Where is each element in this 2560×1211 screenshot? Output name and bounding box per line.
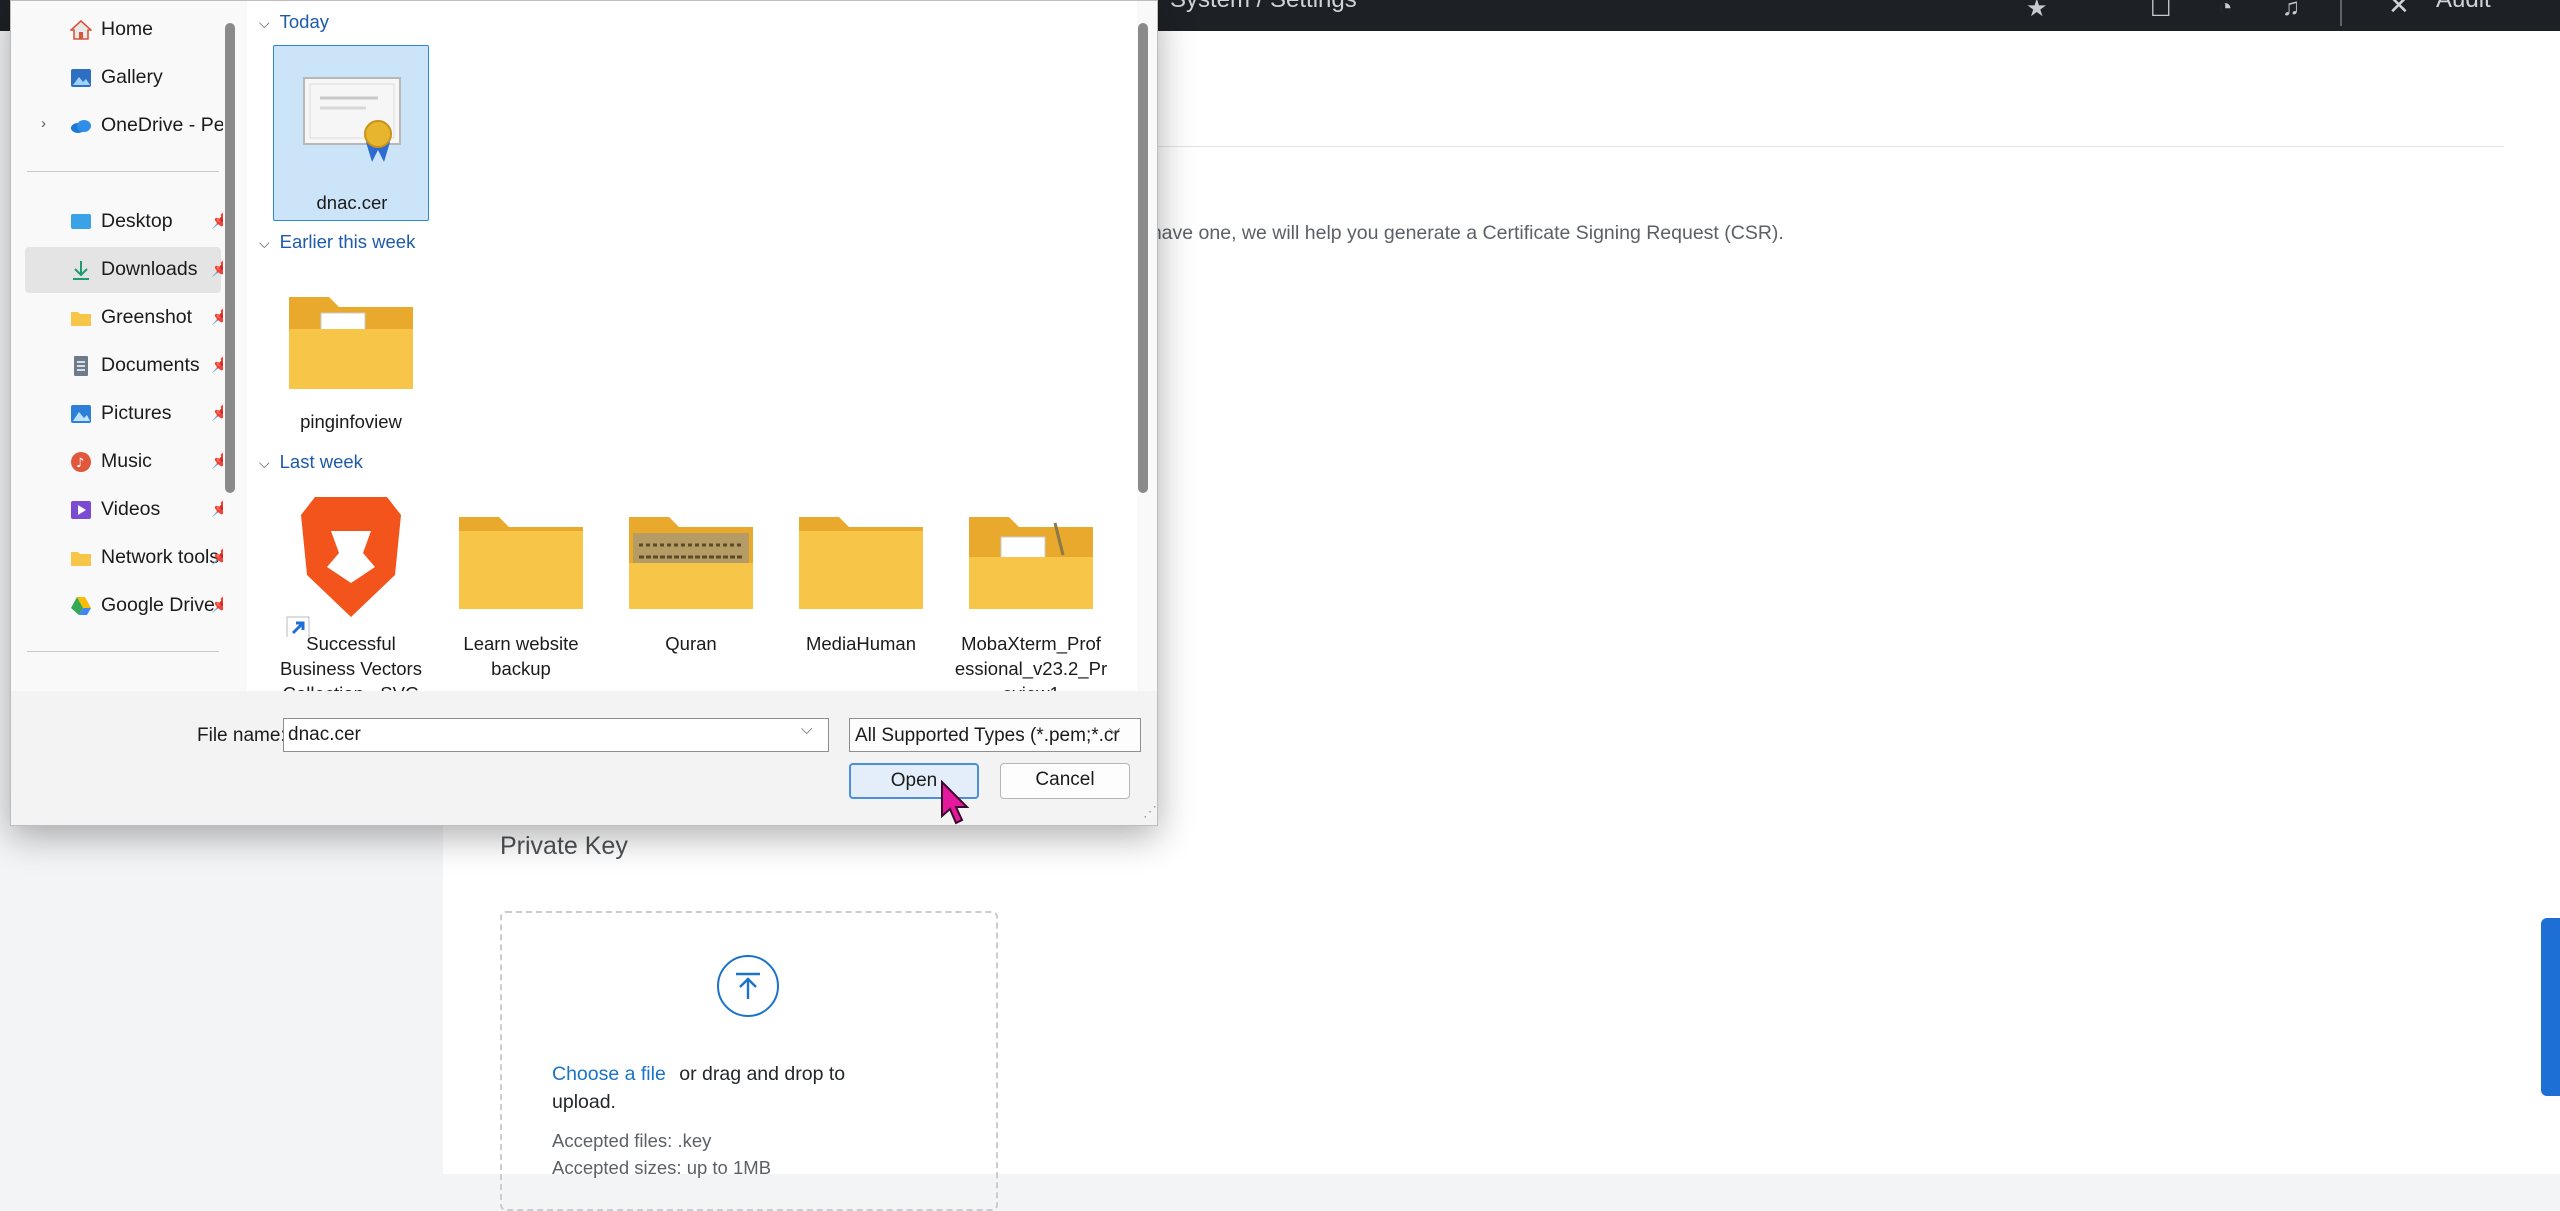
pin-icon[interactable]: 📌 bbox=[211, 500, 223, 518]
file-name-label: File name: bbox=[197, 725, 286, 746]
group-today[interactable]: ⌵ Today bbox=[259, 11, 329, 33]
folder-icon bbox=[459, 517, 583, 609]
file-type-select[interactable]: All Supported Types (*.pem;*.cr bbox=[849, 718, 1141, 752]
pin-icon[interactable]: 📌 bbox=[211, 596, 223, 614]
feedback-tab[interactable] bbox=[2541, 918, 2560, 1096]
folder-learn-website-backup[interactable]: Learn website backup bbox=[443, 485, 599, 679]
cancel-button[interactable]: Cancel bbox=[1000, 763, 1130, 799]
pin-icon[interactable]: 📌 bbox=[211, 260, 223, 278]
file-name-input[interactable] bbox=[283, 718, 829, 752]
folder-icon bbox=[969, 517, 1093, 609]
drag-drop-text-2: upload. bbox=[552, 1091, 616, 1113]
chevron-down-icon: ⌵ bbox=[259, 455, 270, 471]
pin-icon[interactable]: 📌 bbox=[211, 356, 223, 374]
onedrive-icon bbox=[71, 120, 91, 133]
drag-drop-text: or drag and drop to bbox=[679, 1063, 846, 1085]
pin-icon[interactable]: 📌 bbox=[211, 452, 223, 470]
folder-mobaxterm[interactable]: MobaXterm_Prof essional_v23.2_Pr eview1 bbox=[953, 485, 1109, 691]
notification-icon[interactable]: ♫ bbox=[2282, 0, 2300, 22]
file-dnac-cer[interactable]: dnac.cer bbox=[273, 45, 429, 221]
nav-item-google-drive[interactable]: Google Drive 📌 bbox=[25, 583, 223, 629]
header-divider bbox=[2340, 0, 2342, 26]
csr-description: t have one, we will help you generate a … bbox=[1140, 222, 1784, 244]
folder-icon bbox=[71, 312, 91, 326]
nav-item-documents[interactable]: Documents 📌 bbox=[25, 343, 223, 389]
nav-separator bbox=[27, 651, 219, 652]
chevron-right-icon[interactable]: › bbox=[41, 115, 46, 132]
nav-item-gallery[interactable]: Gallery bbox=[25, 55, 221, 101]
file-brave-shortcut[interactable]: Successful Business Vectors Collection -… bbox=[273, 485, 429, 691]
brave-browser-icon bbox=[286, 497, 401, 637]
upload-icon[interactable] bbox=[717, 955, 779, 1017]
nav-item-downloads[interactable]: Downloads 📌 bbox=[25, 247, 223, 293]
music-icon: ♪ bbox=[71, 452, 91, 472]
home-icon bbox=[70, 19, 92, 40]
close-icon[interactable]: ✕ bbox=[2388, 0, 2410, 21]
navigation-pane: Home Gallery › OneDrive - Personal Deskt… bbox=[11, 1, 223, 691]
svg-text:♪: ♪ bbox=[76, 456, 84, 471]
nav-scrollbar[interactable] bbox=[225, 23, 235, 493]
star-icon[interactable]: ★ bbox=[2026, 0, 2048, 23]
chevron-down-icon: ⌵ bbox=[259, 15, 270, 31]
pin-icon[interactable]: 📌 bbox=[211, 212, 223, 230]
nav-item-onedrive[interactable]: › OneDrive - Personal bbox=[25, 103, 223, 149]
google-drive-icon bbox=[71, 597, 91, 615]
resize-grip-icon[interactable]: ⋰ bbox=[1143, 803, 1157, 820]
folder-icon bbox=[289, 297, 413, 389]
choose-file-link[interactable]: Choose a file bbox=[552, 1063, 666, 1085]
group-earlier-this-week[interactable]: ⌵ Earlier this week bbox=[259, 231, 415, 253]
nav-separator bbox=[27, 171, 219, 172]
nav-item-videos[interactable]: Videos 📌 bbox=[25, 487, 223, 533]
dropzone-instructions: Choose a file or drag and drop to bbox=[552, 1063, 845, 1086]
nav-item-pictures[interactable]: Pictures 📌 bbox=[25, 391, 223, 437]
content-scrollbar[interactable] bbox=[1138, 23, 1148, 493]
section-divider bbox=[1150, 146, 2504, 147]
chevron-down-icon: ⌵ bbox=[259, 235, 270, 251]
nav-item-home[interactable]: Home bbox=[25, 7, 221, 53]
folder-icon bbox=[629, 517, 753, 609]
private-key-dropzone[interactable]: Choose a file or drag and drop to upload… bbox=[500, 911, 998, 1211]
accepted-files: Accepted files: .key bbox=[552, 1130, 712, 1151]
dialog-footer: File name: ⌵ All Supported Types (*.pem;… bbox=[11, 691, 1157, 825]
pictures-icon bbox=[71, 405, 91, 423]
videos-icon bbox=[71, 501, 91, 519]
breadcrumb: System / Settings bbox=[1170, 0, 1357, 14]
nav-item-greenshot[interactable]: Greenshot 📌 bbox=[25, 295, 223, 341]
gallery-icon bbox=[71, 69, 91, 87]
nav-item-music[interactable]: ♪ Music 📌 bbox=[25, 439, 223, 485]
help-icon[interactable]: ◔ bbox=[2218, 0, 2233, 22]
desktop-icon bbox=[71, 214, 91, 229]
folder-icon bbox=[799, 517, 923, 609]
certificate-icon bbox=[303, 77, 401, 162]
group-last-week[interactable]: ⌵ Last week bbox=[259, 451, 363, 473]
pin-icon[interactable]: 📌 bbox=[211, 404, 223, 422]
folder-mediahuman[interactable]: MediaHuman bbox=[783, 485, 939, 661]
file-list: ⌵ Today dnac.cer ⌵ Earlier this week pingi… bbox=[247, 1, 1137, 691]
private-key-title: Private Key bbox=[500, 832, 628, 860]
nav-item-desktop[interactable]: Desktop 📌 bbox=[25, 199, 223, 245]
mouse-pointer-icon bbox=[941, 780, 970, 825]
menu-icon[interactable]: ☐ bbox=[2150, 0, 2172, 23]
pin-icon[interactable]: 📌 bbox=[211, 308, 223, 326]
folder-quran[interactable]: Quran bbox=[613, 485, 769, 661]
chevron-down-icon[interactable]: ⌵ bbox=[1109, 721, 1120, 738]
folder-pinginfoview[interactable]: pinginfoview bbox=[273, 265, 429, 441]
header-close-label[interactable]: Audit bbox=[2436, 0, 2491, 14]
downloads-icon bbox=[73, 261, 89, 280]
nav-item-network-tools[interactable]: Network tools 📌 bbox=[25, 535, 223, 581]
documents-icon bbox=[74, 356, 88, 376]
folder-icon bbox=[71, 552, 91, 566]
accepted-sizes: Accepted sizes: up to 1MB bbox=[552, 1157, 772, 1178]
file-open-dialog: Home Gallery › OneDrive - Personal Deskt… bbox=[10, 0, 1158, 826]
chevron-down-icon[interactable]: ⌵ bbox=[801, 721, 812, 738]
pin-icon[interactable]: 📌 bbox=[211, 548, 223, 566]
